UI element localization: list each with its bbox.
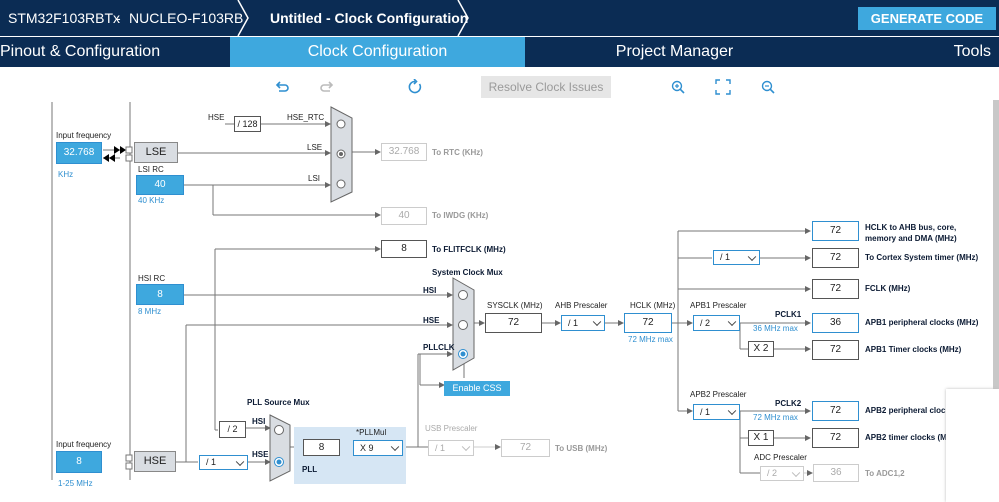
apb1-timer-output: 72	[812, 340, 859, 360]
lse-unit: KHz	[58, 170, 74, 179]
cortex-timer-label: To Cortex System timer (MHz)	[865, 253, 979, 262]
lsi-value[interactable]: 40	[136, 175, 184, 195]
pll-hse-label: HSE	[252, 450, 269, 459]
fclk-output: 72	[812, 279, 859, 299]
pclk1-label: PCLK1	[775, 310, 802, 319]
apb1-prescaler-label: APB1 Prescaler	[690, 301, 747, 310]
hsi-unit: 8 MHz	[138, 307, 162, 316]
apb2-timer-output: 72	[812, 428, 859, 448]
hclk-max: 72 MHz max	[628, 335, 673, 344]
apb1-peripheral-label: APB1 peripheral clocks (MHz)	[865, 318, 979, 327]
hclk-ahb-label: HCLK to AHB bus, core,	[865, 223, 957, 232]
apb1-timer-multiplier: X 2	[748, 341, 774, 357]
hclk-ahb-label-2: memory and DMA (MHz)	[865, 234, 957, 243]
hse-range: 1-25 MHz	[58, 479, 93, 488]
lsi-label: LSI RC	[138, 165, 164, 174]
adc-prescaler-select[interactable]: / 2	[760, 466, 804, 481]
flitfclk-value: 8	[381, 240, 427, 258]
sysclk-value: 72	[485, 313, 542, 333]
chevron-down-icon	[390, 442, 400, 452]
pll-source-mux-title: PLL Source Mux	[247, 398, 310, 407]
pll-hsi-divider: / 2	[219, 421, 246, 438]
sysmux-pllclk-label: PLLCLK	[423, 343, 455, 352]
overlay-panel	[946, 389, 999, 502]
iwdg-output-label: To IWDG (KHz)	[432, 211, 489, 220]
pll-mul-select[interactable]: X 9	[353, 440, 403, 456]
usb-output-value: 72	[501, 439, 550, 457]
rtc-lsi-label: LSI	[308, 174, 321, 183]
adc-prescaler-label: ADC Prescaler	[754, 453, 807, 462]
usb-output-label: To USB (MHz)	[555, 444, 608, 453]
apb2-prescaler-label: APB2 Prescaler	[690, 390, 747, 399]
chevron-down-icon	[747, 252, 757, 261]
chevron-down-icon	[235, 457, 245, 466]
pll-mul-value: X 9	[360, 443, 374, 453]
rtc-hse-label: HSE	[208, 113, 225, 122]
cortex-timer-divider-value: / 1	[720, 252, 731, 262]
apb1-prescaler-value: / 2	[700, 318, 711, 328]
ahb-prescaler-select[interactable]: / 1	[561, 315, 605, 331]
ahb-prescaler-label: AHB Prescaler	[555, 301, 608, 310]
chevron-down-icon	[727, 317, 737, 327]
apb2-prescaler-value: / 1	[700, 407, 711, 417]
apb2-timer-multiplier: X 1	[748, 430, 774, 446]
usb-prescaler-select[interactable]: / 1	[428, 440, 474, 456]
pll-hse-divider-select[interactable]: / 1	[199, 455, 248, 470]
rtc-lse-label: LSE	[307, 143, 323, 152]
rtc-hse-divider: / 128	[234, 116, 261, 132]
pll-input-value: 8	[303, 439, 340, 456]
flitfclk-label: To FLITFCLK (MHz)	[432, 245, 506, 254]
pll-mul-label: *PLLMul	[356, 428, 387, 437]
vertical-scrollbar[interactable]	[993, 100, 999, 390]
sysclk-label: SYSCLK (MHz)	[487, 301, 543, 310]
hclk-value[interactable]: 72	[624, 313, 672, 333]
lsi-unit: 40 KHz	[138, 196, 165, 205]
pclk1-max: 36 MHz max	[753, 324, 798, 333]
lse-oscillator: LSE	[134, 142, 178, 163]
chevron-down-icon	[727, 406, 737, 416]
pll-label: PLL	[302, 465, 318, 474]
hse-input-label: Input frequency	[56, 440, 112, 449]
hse-input-frequency[interactable]: 8	[56, 451, 102, 473]
adc-output-label: To ADC1,2	[865, 469, 905, 478]
lse-input-frequency[interactable]: 32.768	[56, 142, 102, 164]
cortex-timer-divider-select[interactable]: / 1	[713, 250, 760, 265]
adc-prescaler-value: / 2	[767, 468, 778, 478]
lse-input-label: Input frequency	[56, 131, 112, 140]
rtc-output-value: 32.768	[381, 143, 427, 161]
apb2-prescaler-select[interactable]: / 1	[693, 404, 740, 420]
rtc-output-label: To RTC (KHz)	[432, 148, 483, 157]
pclk2-max: 72 MHz max	[753, 413, 798, 422]
chevron-down-icon	[461, 442, 471, 452]
hse-rtc-label: HSE_RTC	[287, 113, 325, 122]
pclk2-label: PCLK2	[775, 399, 802, 408]
apb1-peripheral-output[interactable]: 36	[812, 313, 859, 333]
chevron-down-icon	[592, 317, 602, 327]
pll-hsi-label: HSI	[252, 417, 266, 426]
hclk-ahb-output[interactable]: 72	[812, 221, 859, 241]
sysmux-hsi-label: HSI	[423, 286, 437, 295]
apb1-prescaler-select[interactable]: / 2	[693, 315, 740, 331]
hclk-label: HCLK (MHz)	[630, 301, 676, 310]
fclk-label: FCLK (MHz)	[865, 284, 911, 293]
iwdg-output-value: 40	[381, 207, 427, 225]
ahb-prescaler-value: / 1	[568, 318, 579, 328]
apb1-timer-label: APB1 Timer clocks (MHz)	[865, 345, 962, 354]
enable-css-button[interactable]: Enable CSS	[444, 381, 510, 396]
hsi-label: HSI RC	[138, 274, 166, 283]
hsi-value[interactable]: 8	[136, 284, 184, 305]
usb-prescaler-label: USB Prescaler	[425, 424, 478, 433]
sysmux-hse-label: HSE	[423, 316, 440, 325]
usb-prescaler-value: / 1	[435, 443, 446, 453]
pll-hse-divider-value: / 1	[206, 457, 217, 467]
hse-oscillator: HSE	[134, 451, 176, 472]
system-clock-mux-title: System Clock Mux	[432, 268, 503, 277]
apb2-peripheral-output[interactable]: 72	[812, 401, 859, 421]
chevron-down-icon	[791, 468, 801, 477]
adc-output-value: 36	[813, 464, 859, 482]
cortex-timer-output: 72	[812, 248, 859, 268]
